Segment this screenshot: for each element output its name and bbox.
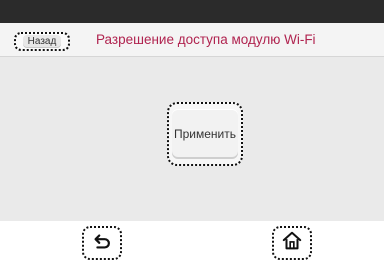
apply-button[interactable]: Применить xyxy=(167,102,243,166)
page-title: Разрешение доступа модулю Wi-Fi xyxy=(96,32,316,47)
home-icon xyxy=(281,230,303,257)
return-arrow-icon xyxy=(91,230,113,257)
footer-bar xyxy=(0,221,384,265)
home-button[interactable] xyxy=(272,226,312,260)
apply-button-label: Применить xyxy=(172,109,238,159)
header-bar: Назад Разрешение доступа модулю Wi-Fi xyxy=(0,23,384,57)
back-button-label: Назад xyxy=(22,35,62,48)
back-button[interactable]: Назад xyxy=(14,32,70,51)
return-button[interactable] xyxy=(82,226,122,260)
status-bar xyxy=(0,0,384,23)
